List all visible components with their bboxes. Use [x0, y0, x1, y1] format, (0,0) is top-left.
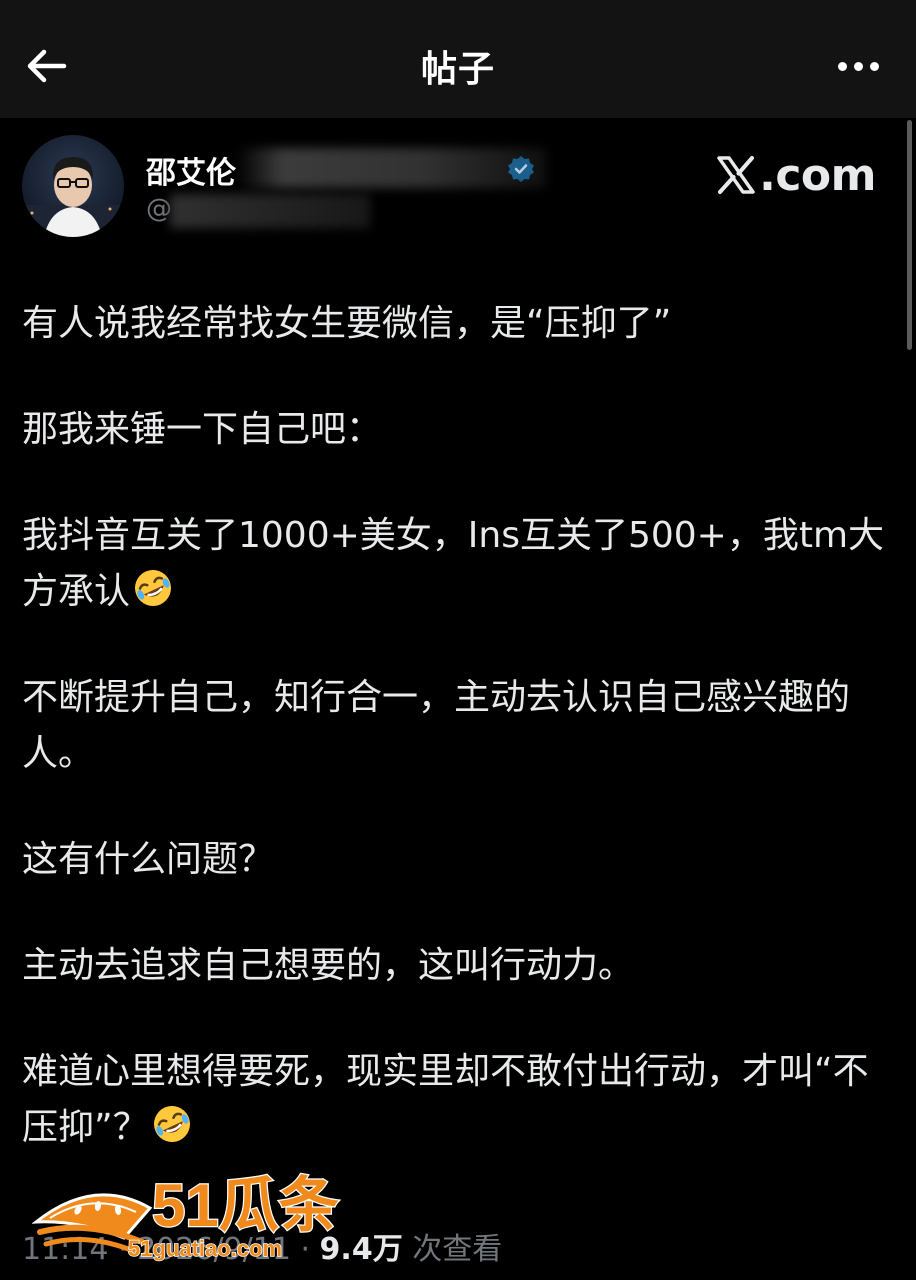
avatar[interactable] — [22, 135, 124, 237]
rolling-on-floor-laughing-emoji-icon — [153, 1106, 190, 1142]
redacted-handle-blur — [170, 194, 370, 228]
author-name[interactable]: 邵艾伦 — [146, 148, 236, 192]
post-paragraph-1: 有人说我经常找女生要微信，是“压抑了” — [22, 303, 672, 344]
post-paragraph-7: 难道心里想得要死，现实里却不敢付出行动，才叫“不压抑”？ — [22, 1051, 869, 1148]
post-paragraph-2: 那我来锤一下自己吧： — [22, 409, 383, 450]
redacted-name-blur — [236, 148, 546, 188]
post-date: 2026/9/11 — [137, 1232, 291, 1267]
top-bar: 帖子 — [0, 0, 916, 118]
post-paragraph-4: 不断提升自己，知行合一，主动去认识自己感兴趣的人。 — [22, 677, 851, 774]
post-paragraph-5: 这有什么问题？ — [22, 839, 275, 880]
source-label: .com — [759, 149, 876, 201]
post-paragraph-3: 我抖音互关了1000+美女，Ins互关了500+，我tm大方承认 — [22, 515, 885, 612]
post-meta: 11:14 · 2026/9/11 · 9.4万 次查看 — [22, 1232, 503, 1267]
source-x-com: .com — [716, 149, 876, 201]
page-title: 帖子 — [420, 49, 495, 90]
post-body: 有人说我经常找女生要微信，是“压抑了” 那我来锤一下自己吧： 我抖音互关了100… — [22, 296, 902, 1206]
post-paragraph-6: 主动去追求自己想要的，这叫行动力。 — [22, 945, 635, 986]
more-horizontal-icon — [837, 61, 847, 71]
rolling-on-floor-laughing-emoji-icon — [135, 570, 172, 606]
author-handle[interactable]: @ — [146, 194, 172, 224]
x-logo-icon — [717, 156, 755, 194]
more-options-button[interactable] — [830, 44, 886, 88]
views-count[interactable]: 9.4万 — [320, 1232, 403, 1267]
post-card: 邵艾伦 @ .com 有人说我经常找女生要微信，是“压抑了” 那我来锤一下自己吧… — [0, 118, 916, 1280]
scrollbar[interactable] — [907, 120, 912, 350]
views-label: 次查看 — [412, 1232, 503, 1267]
post-time: 11:14 — [22, 1232, 109, 1267]
verified-badge-icon — [508, 156, 534, 182]
